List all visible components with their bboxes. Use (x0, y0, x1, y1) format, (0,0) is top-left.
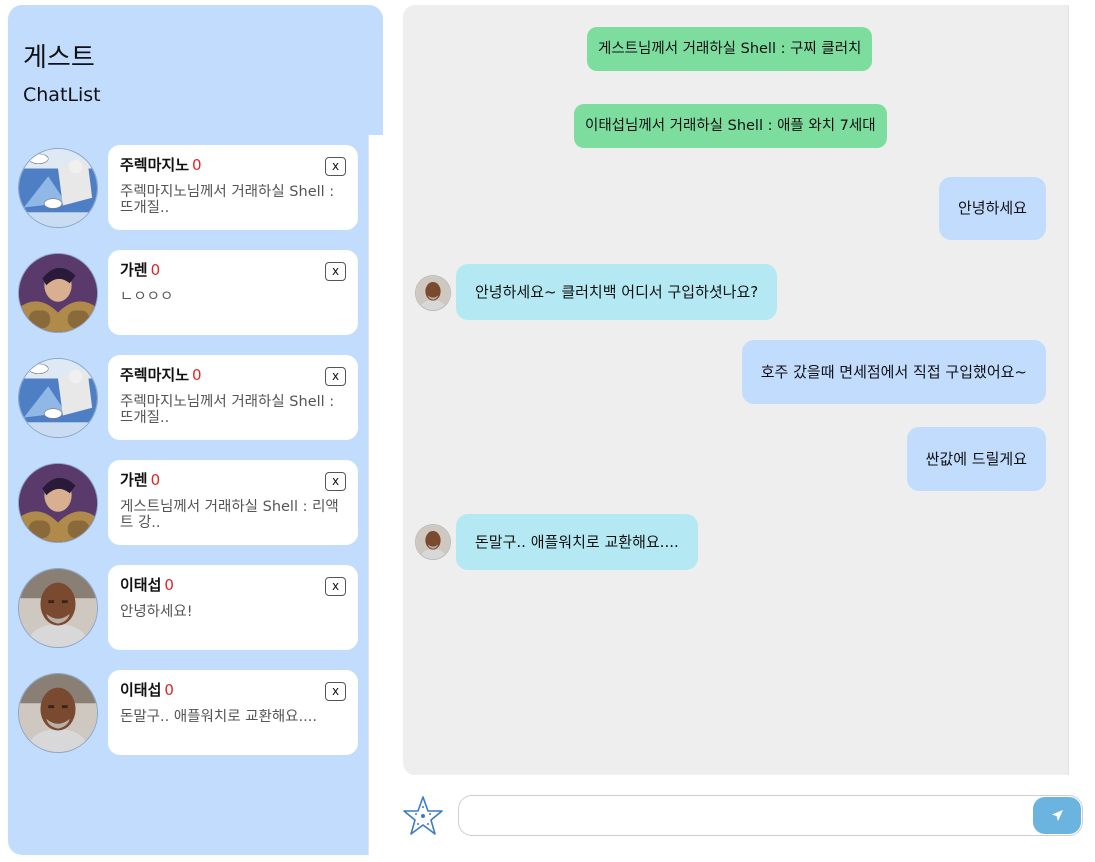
my-message-bubble: 호주 갔을때 면세점에서 직접 구입했어요~ (741, 340, 1046, 404)
their-message-bubble: 돈말구.. 애플워치로 교환해요.... (456, 514, 698, 570)
their-message-bubble: 안녕하세요~ 클러치백 어디서 구입하셧나요? (456, 264, 778, 320)
chat-list-item[interactable]: 이태섭 0 안녕하세요! x (8, 565, 368, 670)
close-chat-button[interactable]: x (325, 157, 346, 176)
comic-avatar (18, 358, 98, 438)
chat-list-item[interactable]: 주렉마지노 0 주렉마지노님께서 거래하실 Shell : 뜨개질.. x (8, 145, 368, 250)
chat-app: 게스트 ChatList 주렉마지노 0 주렉마지노님께서 거래하실 Shell… (0, 0, 1095, 862)
chat-list-item[interactable]: 가렌 0 ㄴㅇㅇㅇ x (8, 250, 368, 355)
chat-list: 주렉마지노 0 주렉마지노님께서 거래하실 Shell : 뜨개질.. x 가렌… (8, 145, 368, 775)
chat-list-scrollbar[interactable] (368, 135, 383, 855)
unread-count: 0 (164, 576, 174, 594)
last-message-preview: 돈말구.. 애플워치로 교환해요.... (120, 709, 317, 725)
message-input[interactable] (458, 795, 1083, 836)
unread-count: 0 (164, 681, 174, 699)
my-message-bubble: 안녕하세요 (938, 177, 1046, 240)
chat-partner-name: 이태섭 (120, 681, 162, 699)
close-chat-button[interactable]: x (325, 682, 346, 701)
unread-count: 0 (192, 156, 202, 174)
last-message-preview: 주렉마지노님께서 거래하실 Shell : 뜨개질.. (120, 394, 335, 426)
man-avatar (18, 568, 98, 648)
last-message-preview: ㄴㅇㅇㅇ (120, 289, 174, 305)
send-icon (1051, 809, 1063, 822)
system-message: 게스트님께서 거래하실 Shell : 구찌 클러치 (587, 27, 873, 71)
chat-partner-name: 주렉마지노 (120, 366, 190, 384)
chat-list-panel: 게스트 ChatList 주렉마지노 0 주렉마지노님께서 거래하실 Shell… (8, 5, 383, 855)
chat-list-item[interactable]: 가렌 0 게스트님께서 거래하실 Shell : 리액트 강.. x (8, 460, 368, 565)
chat-card[interactable]: 이태섭 0 안녕하세요! x (108, 565, 358, 650)
starfish-icon[interactable] (402, 795, 444, 837)
chat-card[interactable]: 가렌 0 ㄴㅇㅇㅇ x (108, 250, 358, 335)
man-avatar (415, 275, 451, 311)
my-message-bubble: 싼값에 드릴게요 (906, 427, 1046, 491)
chat-partner-name: 주렉마지노 (120, 156, 190, 174)
chat-card[interactable]: 주렉마지노 0 주렉마지노님께서 거래하실 Shell : 뜨개질.. x (108, 355, 358, 440)
chat-card[interactable]: 주렉마지노 0 주렉마지노님께서 거래하실 Shell : 뜨개질.. x (108, 145, 358, 230)
warrior-avatar (18, 253, 98, 333)
chat-partner-name: 이태섭 (120, 576, 162, 594)
warrior-avatar (18, 463, 98, 543)
close-chat-button[interactable]: x (325, 262, 346, 281)
last-message-preview: 게스트님께서 거래하실 Shell : 리액트 강.. (120, 499, 339, 531)
unread-count: 0 (150, 471, 161, 489)
close-chat-button[interactable]: x (325, 367, 346, 386)
system-message: 이태섭님께서 거래하실 Shell : 애플 와치 7세대 (574, 104, 887, 148)
chat-card[interactable]: 이태섭 0 돈말구.. 애플워치로 교환해요.... x (108, 670, 358, 755)
last-message-preview: 주렉마지노님께서 거래하실 Shell : 뜨개질.. (120, 184, 335, 216)
send-button[interactable] (1033, 797, 1081, 834)
chat-list-item[interactable]: 이태섭 0 돈말구.. 애플워치로 교환해요.... x (8, 670, 368, 775)
man-avatar (18, 673, 98, 753)
chat-card[interactable]: 가렌 0 게스트님께서 거래하실 Shell : 리액트 강.. x (108, 460, 358, 545)
chat-partner-name: 가렌 (120, 261, 148, 279)
man-avatar (415, 524, 451, 560)
last-message-preview: 안녕하세요! (120, 604, 193, 620)
unread-count: 0 (150, 261, 161, 279)
unread-count: 0 (192, 366, 202, 384)
comic-avatar (18, 148, 98, 228)
close-chat-button[interactable]: x (325, 472, 346, 491)
chat-partner-name: 가렌 (120, 471, 148, 489)
chat-list-item[interactable]: 주렉마지노 0 주렉마지노님께서 거래하실 Shell : 뜨개질.. x (8, 355, 368, 460)
close-chat-button[interactable]: x (325, 577, 346, 596)
user-name: 게스트 (23, 43, 95, 73)
message-scrollbar[interactable] (1068, 5, 1083, 775)
chat-list-title: ChatList (23, 84, 101, 106)
